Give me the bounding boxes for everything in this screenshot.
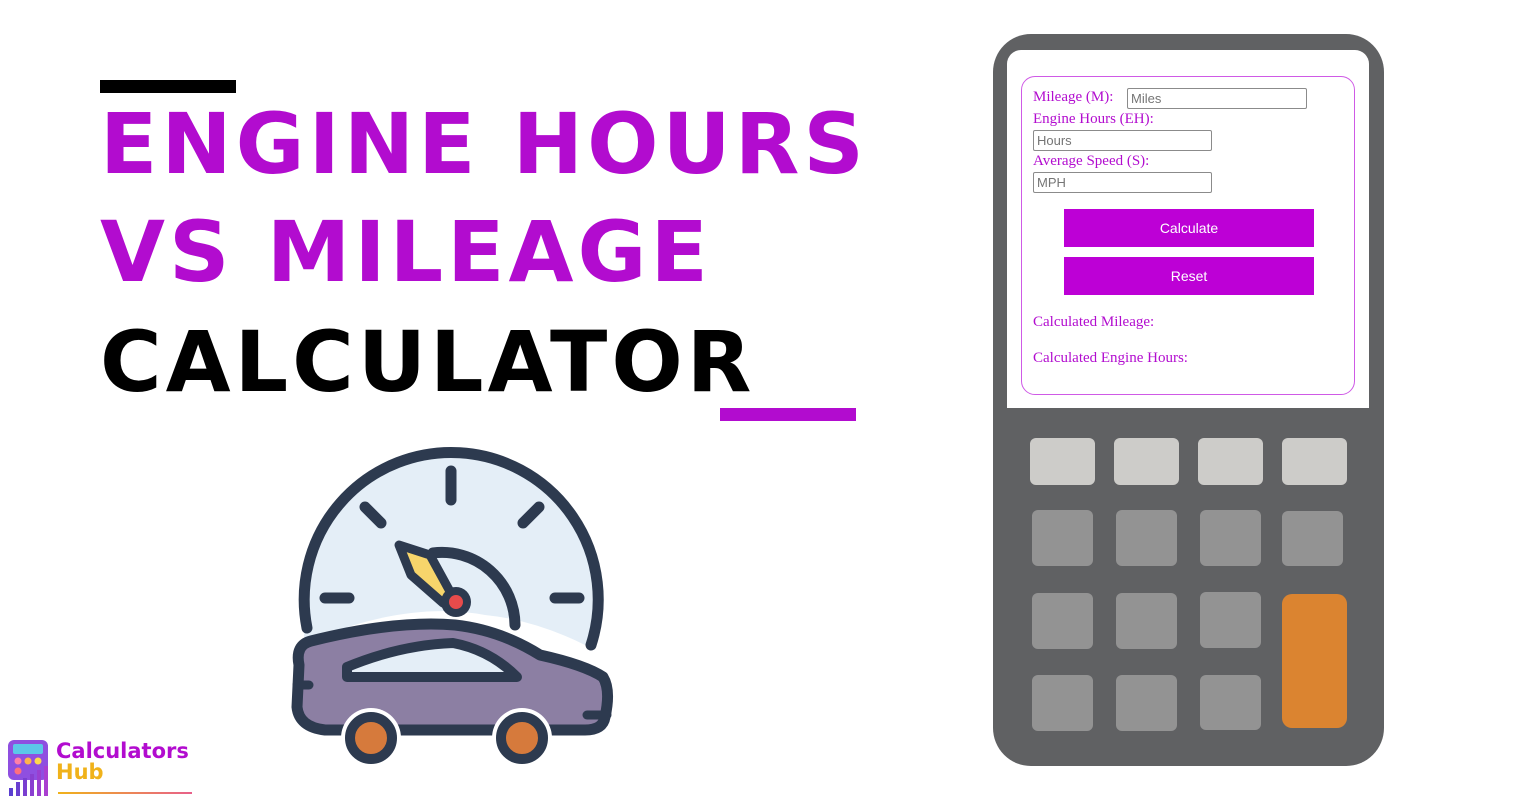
mileage-label: Mileage (M): xyxy=(1033,89,1114,105)
keypad-key xyxy=(1116,510,1177,566)
keypad-key xyxy=(1032,675,1093,731)
calculators-hub-logo[interactable]: Calculators Hub xyxy=(6,738,196,798)
keypad-key xyxy=(1200,510,1261,566)
calculate-button[interactable]: Calculate xyxy=(1064,209,1314,247)
keypad-key xyxy=(1282,511,1343,566)
reset-button[interactable]: Reset xyxy=(1064,257,1314,295)
average-speed-input[interactable] xyxy=(1033,172,1212,193)
engine-hours-input[interactable] xyxy=(1033,130,1212,151)
speedometer-icon xyxy=(298,447,604,651)
calculated-engine-hours-label: Calculated Engine Hours: xyxy=(1033,350,1188,366)
average-speed-label: Average Speed (S): xyxy=(1033,153,1150,169)
speedometer-car-illustration xyxy=(291,447,614,768)
keypad-key xyxy=(1032,593,1093,649)
keypad-key xyxy=(1200,675,1261,730)
keypad-key xyxy=(1116,675,1177,731)
page-title-line-3: Calculator xyxy=(100,313,756,411)
keypad-key xyxy=(1030,438,1095,485)
calculator-form: Mileage (M): Engine Hours (EH): Average … xyxy=(1021,76,1355,395)
top-accent-bar xyxy=(100,80,236,93)
page-title-line-1: Engine Hours xyxy=(100,95,868,193)
keypad-key xyxy=(1032,510,1093,566)
engine-hours-label: Engine Hours (EH): xyxy=(1033,111,1154,127)
keypad-key xyxy=(1198,438,1263,485)
logo-underline xyxy=(58,792,192,794)
keypad-key xyxy=(1114,438,1179,485)
keypad-key-equals xyxy=(1282,594,1347,728)
mileage-input[interactable] xyxy=(1127,88,1307,109)
logo-text-hub: Hub xyxy=(56,760,104,784)
keypad-key xyxy=(1116,593,1177,649)
calculator-logo-icon xyxy=(8,740,48,796)
car-icon xyxy=(291,618,614,768)
keypad-key xyxy=(1282,438,1347,485)
keypad-key xyxy=(1200,592,1261,648)
calculated-mileage-label: Calculated Mileage: xyxy=(1033,314,1155,330)
page-title-line-2: VS Mileage xyxy=(100,203,712,301)
